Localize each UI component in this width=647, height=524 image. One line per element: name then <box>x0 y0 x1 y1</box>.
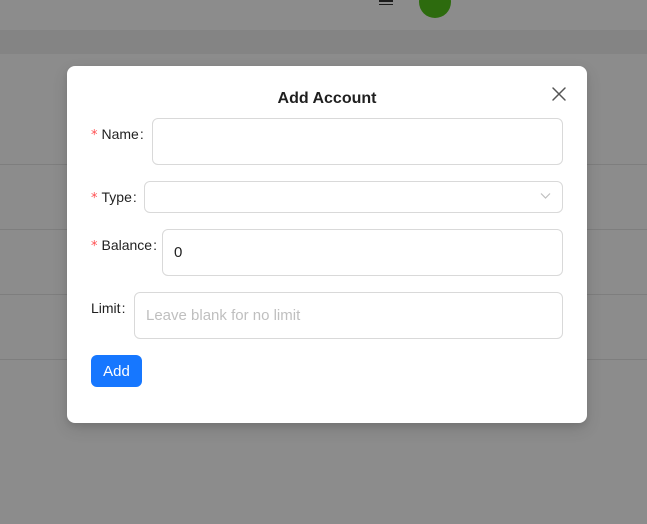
limit-label: Limit: <box>91 300 126 316</box>
name-label: * Name: <box>91 126 144 143</box>
close-button[interactable] <box>549 84 569 104</box>
chevron-down-icon <box>540 193 551 199</box>
add-button[interactable]: Add <box>91 355 142 387</box>
add-account-dialog: Add Account *Name: *Type: *Balance: Limi… <box>67 66 587 423</box>
dialog-title: Add Account <box>277 90 377 107</box>
name-input[interactable] <box>152 118 563 165</box>
limit-input[interactable] <box>134 292 563 339</box>
close-icon <box>552 87 566 101</box>
type-select[interactable] <box>144 181 563 213</box>
balance-label: * Balance: <box>91 237 157 254</box>
balance-input[interactable] <box>162 229 563 276</box>
type-label: * Type: <box>91 189 137 206</box>
